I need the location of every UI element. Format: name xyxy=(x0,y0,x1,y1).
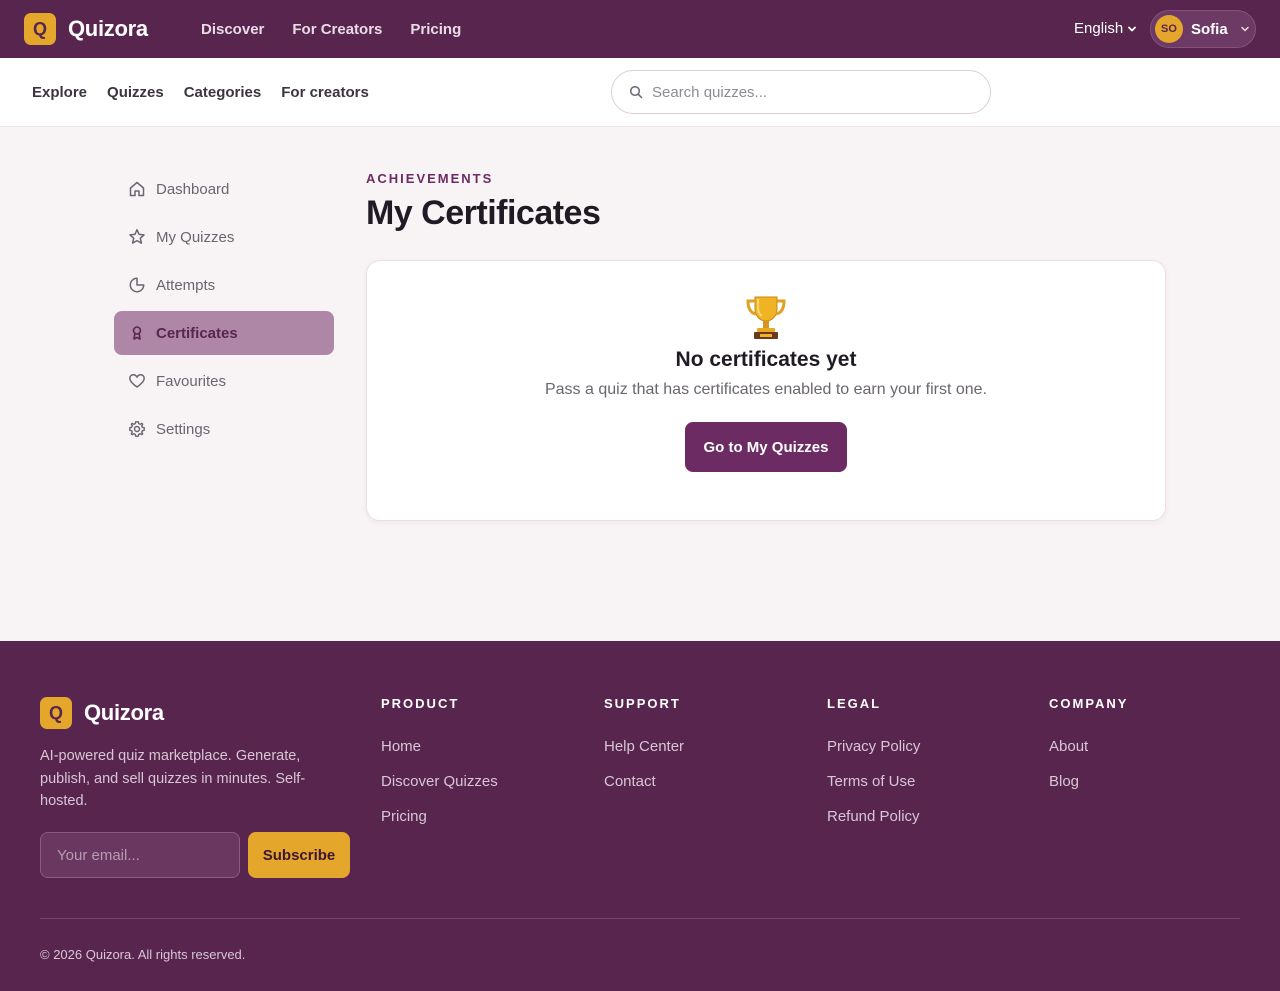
footer-link-terms-of-use[interactable]: Terms of Use xyxy=(827,773,920,790)
sidebar: Dashboard My Quizzes Attempts Certificat… xyxy=(114,167,334,455)
sidebar-item-label: Favourites xyxy=(156,372,227,390)
footer: Q Quizora AI-powered quiz marketplace. G… xyxy=(0,641,1280,991)
subnav-categories[interactable]: Categories xyxy=(184,84,262,101)
footer-link-privacy-policy[interactable]: Privacy Policy xyxy=(827,738,920,755)
user-name: Sofia xyxy=(1191,20,1228,38)
sidebar-item-label: Dashboard xyxy=(156,180,230,198)
logo-icon: Q xyxy=(24,13,56,45)
secondary-bar: Explore Quizzes Categories For creators xyxy=(0,58,1280,127)
sidebar-item-settings[interactable]: Settings xyxy=(114,407,334,451)
trophy-icon xyxy=(367,291,1165,346)
secondary-nav: Explore Quizzes Categories For creators xyxy=(32,58,369,126)
footer-link-refund-policy[interactable]: Refund Policy xyxy=(827,808,920,825)
gear-icon xyxy=(129,421,145,437)
sidebar-item-attempts[interactable]: Attempts xyxy=(114,263,334,307)
empty-state-text: Pass a quiz that has certificates enable… xyxy=(544,381,988,398)
topnav-for-creators[interactable]: For Creators xyxy=(292,21,382,38)
search-icon xyxy=(629,85,643,99)
sidebar-item-label: Certificates xyxy=(156,324,238,342)
home-icon xyxy=(129,181,145,197)
sidebar-item-label: Settings xyxy=(156,420,211,438)
footer-link-about[interactable]: About xyxy=(1049,738,1128,755)
sidebar-item-favourites[interactable]: Favourites xyxy=(114,359,334,403)
chevron-down-icon xyxy=(1240,26,1249,32)
subnav-quizzes[interactable]: Quizzes xyxy=(107,84,164,101)
subscribe-button[interactable]: Subscribe xyxy=(248,832,350,878)
footer-column-title: PRODUCT xyxy=(381,696,460,711)
language-label: English xyxy=(1074,20,1124,37)
footer-link-pricing[interactable]: Pricing xyxy=(381,808,498,825)
sidebar-item-my-quizzes[interactable]: My Quizzes xyxy=(114,215,334,259)
search-input[interactable] xyxy=(652,83,952,101)
footer-link-home[interactable]: Home xyxy=(381,738,498,755)
footer-column-title: COMPANY xyxy=(1049,696,1129,711)
badge-icon xyxy=(132,326,142,340)
footer-column-title: SUPPORT xyxy=(604,696,681,711)
avatar: SO xyxy=(1155,15,1183,43)
user-menu-button[interactable]: SO Sofia xyxy=(1150,10,1256,48)
footer-link-discover-quizzes[interactable]: Discover Quizzes xyxy=(381,773,498,790)
footer-column-title: LEGAL xyxy=(827,696,882,711)
subnav-explore[interactable]: Explore xyxy=(32,84,87,101)
footer-divider xyxy=(40,918,1240,919)
footer-link-help-center[interactable]: Help Center xyxy=(604,738,684,755)
top-bar: Q Quizora Discover For Creators Pricing … xyxy=(0,0,1280,58)
brand[interactable]: Q Quizora xyxy=(24,13,148,45)
heart-icon xyxy=(129,374,145,388)
language-selector[interactable]: English xyxy=(1074,20,1137,37)
top-nav: Discover For Creators Pricing xyxy=(201,0,461,58)
star-icon xyxy=(129,229,145,244)
topnav-pricing[interactable]: Pricing xyxy=(410,21,461,38)
empty-state-title: No certificates yet xyxy=(675,348,857,371)
empty-state-card: No certificates yet Pass a quiz that has… xyxy=(366,260,1166,521)
newsletter-email-input[interactable] xyxy=(40,832,240,878)
topnav-discover[interactable]: Discover xyxy=(201,21,264,38)
go-to-my-quizzes-button[interactable]: Go to My Quizzes xyxy=(685,422,847,472)
sidebar-item-dashboard[interactable]: Dashboard xyxy=(114,167,334,211)
brand-name: Quizora xyxy=(84,700,164,725)
section-eyebrow: ACHIEVEMENTS xyxy=(366,171,494,186)
subnav-for-creators[interactable]: For creators xyxy=(281,84,369,101)
sidebar-item-certificates[interactable]: Certificates xyxy=(114,311,334,355)
brand-name: Quizora xyxy=(68,16,148,41)
footer-description: AI-powered quiz marketplace. Generate, p… xyxy=(40,748,306,809)
copyright: © 2026 Quizora. All rights reserved. xyxy=(40,947,246,962)
pie-icon xyxy=(129,277,145,293)
footer-column-legal: LEGAL Privacy Policy Terms of Use Refund… xyxy=(827,696,920,843)
chevron-down-icon xyxy=(1128,26,1137,31)
page-title: My Certificates xyxy=(366,194,601,232)
sidebar-item-label: My Quizzes xyxy=(156,228,235,246)
footer-link-contact[interactable]: Contact xyxy=(604,773,684,790)
footer-column-product: PRODUCT Home Discover Quizzes Pricing xyxy=(381,696,498,843)
footer-link-blog[interactable]: Blog xyxy=(1049,773,1128,790)
footer-column-support: SUPPORT Help Center Contact xyxy=(604,696,684,808)
sidebar-item-label: Attempts xyxy=(156,276,216,294)
footer-brand[interactable]: Q Quizora xyxy=(40,697,164,729)
logo-icon: Q xyxy=(40,697,72,729)
search-box xyxy=(611,70,991,114)
footer-column-company: COMPANY About Blog xyxy=(1049,696,1128,808)
